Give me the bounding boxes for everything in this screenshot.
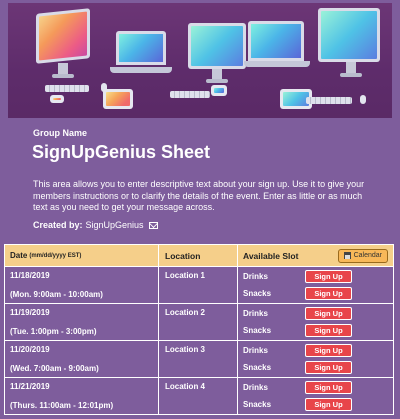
sign-up-button[interactable]: Sign Up	[305, 287, 352, 300]
group-name: Group Name	[33, 128, 88, 138]
row-location: Location 1	[159, 267, 238, 303]
slot-item: Snacks Sign Up	[243, 360, 393, 375]
row-location: Location 4	[159, 378, 238, 414]
slot-cell: Drinks Sign Up Snacks Sign Up	[238, 267, 393, 303]
sign-up-button[interactable]: Sign Up	[305, 270, 352, 283]
slot-item: Drinks Sign Up	[243, 343, 393, 358]
table-row: 11/19/2019 (Tue. 1:00pm - 3:00pm) Locati…	[5, 303, 393, 340]
tablet-illustration	[103, 89, 133, 109]
slot-name: Drinks	[243, 346, 268, 355]
calendar-button-label: Calendar	[353, 252, 382, 259]
sign-up-button[interactable]: Sign Up	[305, 324, 352, 337]
slot-item: Drinks Sign Up	[243, 380, 393, 395]
slot-name: Drinks	[243, 383, 268, 392]
slot-item: Snacks Sign Up	[243, 286, 393, 301]
column-header-location: Location	[159, 245, 238, 266]
row-date: 11/18/2019	[10, 271, 50, 280]
phone-illustration	[211, 85, 227, 96]
created-by-label: Created by:	[33, 220, 83, 230]
date-cell: 11/19/2019 (Tue. 1:00pm - 3:00pm)	[5, 304, 159, 340]
slot-name: Snacks	[243, 326, 272, 335]
slot-name: Snacks	[243, 289, 272, 298]
date-format-hint: (mm/dd/yyyy EST)	[29, 252, 82, 259]
row-time: (Mon. 9:00am - 10:00am)	[10, 290, 103, 299]
slot-name: Snacks	[243, 400, 272, 409]
header-banner	[8, 3, 392, 118]
created-by-name[interactable]: SignUpGenius	[86, 220, 144, 230]
slot-name: Snacks	[243, 363, 272, 372]
sign-up-button[interactable]: Sign Up	[305, 344, 352, 357]
monitor-illustration	[318, 8, 380, 62]
laptop-illustration	[116, 31, 166, 65]
monitor-illustration	[188, 23, 246, 69]
calendar-icon	[343, 252, 351, 259]
column-header-slot: Available Slot Calendar	[238, 245, 393, 266]
row-date: 11/19/2019	[10, 308, 50, 317]
slot-item: Drinks Sign Up	[243, 306, 393, 321]
sign-up-button[interactable]: Sign Up	[305, 381, 352, 394]
row-location: Location 2	[159, 304, 238, 340]
column-header-date: Date (mm/dd/yyyy EST)	[5, 245, 159, 266]
sign-up-button[interactable]: Sign Up	[305, 398, 352, 411]
row-time: (Wed. 7:00am - 9:00am)	[10, 364, 99, 373]
phone-illustration	[50, 95, 64, 103]
row-time: (Thurs. 11:00am - 12:01pm)	[10, 401, 114, 410]
slot-item: Snacks Sign Up	[243, 397, 393, 412]
laptop-illustration	[248, 21, 304, 61]
date-cell: 11/20/2019 (Wed. 7:00am - 9:00am)	[5, 341, 159, 377]
table-row: 11/18/2019 (Mon. 9:00am - 10:00am) Locat…	[5, 266, 393, 303]
calendar-button[interactable]: Calendar	[337, 248, 388, 263]
table-row: 11/20/2019 (Wed. 7:00am - 9:00am) Locati…	[5, 340, 393, 377]
envelope-icon[interactable]	[148, 221, 158, 229]
signup-table: Date (mm/dd/yyyy EST) Location Available…	[4, 244, 394, 415]
created-by: Created by: SignUpGenius	[33, 220, 158, 230]
page-title: SignUpGenius Sheet	[32, 142, 211, 162]
slot-item: Drinks Sign Up	[243, 269, 393, 284]
sign-up-button[interactable]: Sign Up	[305, 361, 352, 374]
monitor-illustration	[36, 8, 90, 64]
table-header: Date (mm/dd/yyyy EST) Location Available…	[5, 245, 393, 266]
slot-item: Snacks Sign Up	[243, 323, 393, 338]
row-location: Location 3	[159, 341, 238, 377]
row-time: (Tue. 1:00pm - 3:00pm)	[10, 327, 97, 336]
date-cell: 11/18/2019 (Mon. 9:00am - 10:00am)	[5, 267, 159, 303]
row-date: 11/20/2019	[10, 345, 50, 354]
table-row: 11/21/2019 (Thurs. 11:00am - 12:01pm) Lo…	[5, 377, 393, 414]
sheet-description: This area allows you to enter descriptiv…	[33, 179, 365, 212]
slot-name: Drinks	[243, 272, 268, 281]
row-date: 11/21/2019	[10, 382, 50, 391]
slot-cell: Drinks Sign Up Snacks Sign Up	[238, 304, 393, 340]
sign-up-button[interactable]: Sign Up	[305, 307, 352, 320]
date-cell: 11/21/2019 (Thurs. 11:00am - 12:01pm)	[5, 378, 159, 414]
slot-cell: Drinks Sign Up Snacks Sign Up	[238, 341, 393, 377]
slot-name: Drinks	[243, 309, 268, 318]
slot-cell: Drinks Sign Up Snacks Sign Up	[238, 378, 393, 414]
